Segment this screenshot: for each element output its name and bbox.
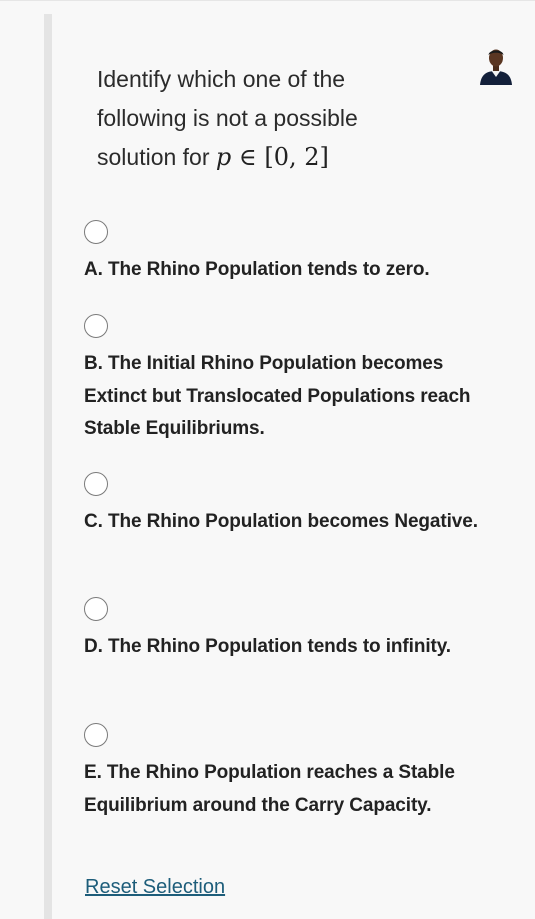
option-a: A. The Rhino Population tends to zero. (84, 220, 484, 287)
option-e: E. The Rhino Population reaches a Stable… (84, 723, 484, 822)
math-interval: [0, 2] (264, 143, 329, 171)
option-c: C. The Rhino Population becomes Negative… (84, 472, 484, 539)
math-expression: p ∈ [0, 2] (216, 143, 329, 171)
option-d-label[interactable]: D. The Rhino Population tends to infinit… (84, 631, 484, 664)
option-b-label[interactable]: B. The Initial Rhino Population becomes … (84, 348, 484, 446)
option-a-label[interactable]: A. The Rhino Population tends to zero. (84, 254, 484, 287)
option-e-label[interactable]: E. The Rhino Population reaches a Stable… (84, 757, 484, 822)
user-avatar-icon (480, 49, 512, 85)
option-a-radio[interactable] (84, 220, 108, 244)
option-c-radio[interactable] (84, 472, 108, 496)
math-variable: p (215, 143, 232, 171)
question-accent-bar (44, 14, 52, 919)
option-b-radio[interactable] (84, 314, 108, 338)
option-d-radio[interactable] (84, 597, 108, 621)
option-c-label[interactable]: C. The Rhino Population becomes Negative… (84, 506, 484, 539)
question-text: Identify which one of the following is n… (97, 60, 427, 177)
top-divider (0, 0, 535, 1)
option-e-radio[interactable] (84, 723, 108, 747)
option-b: B. The Initial Rhino Population becomes … (84, 314, 484, 446)
math-relation: ∈ (238, 143, 257, 171)
reset-selection-link[interactable]: Reset Selection (85, 876, 225, 899)
option-d: D. The Rhino Population tends to infinit… (84, 597, 484, 664)
